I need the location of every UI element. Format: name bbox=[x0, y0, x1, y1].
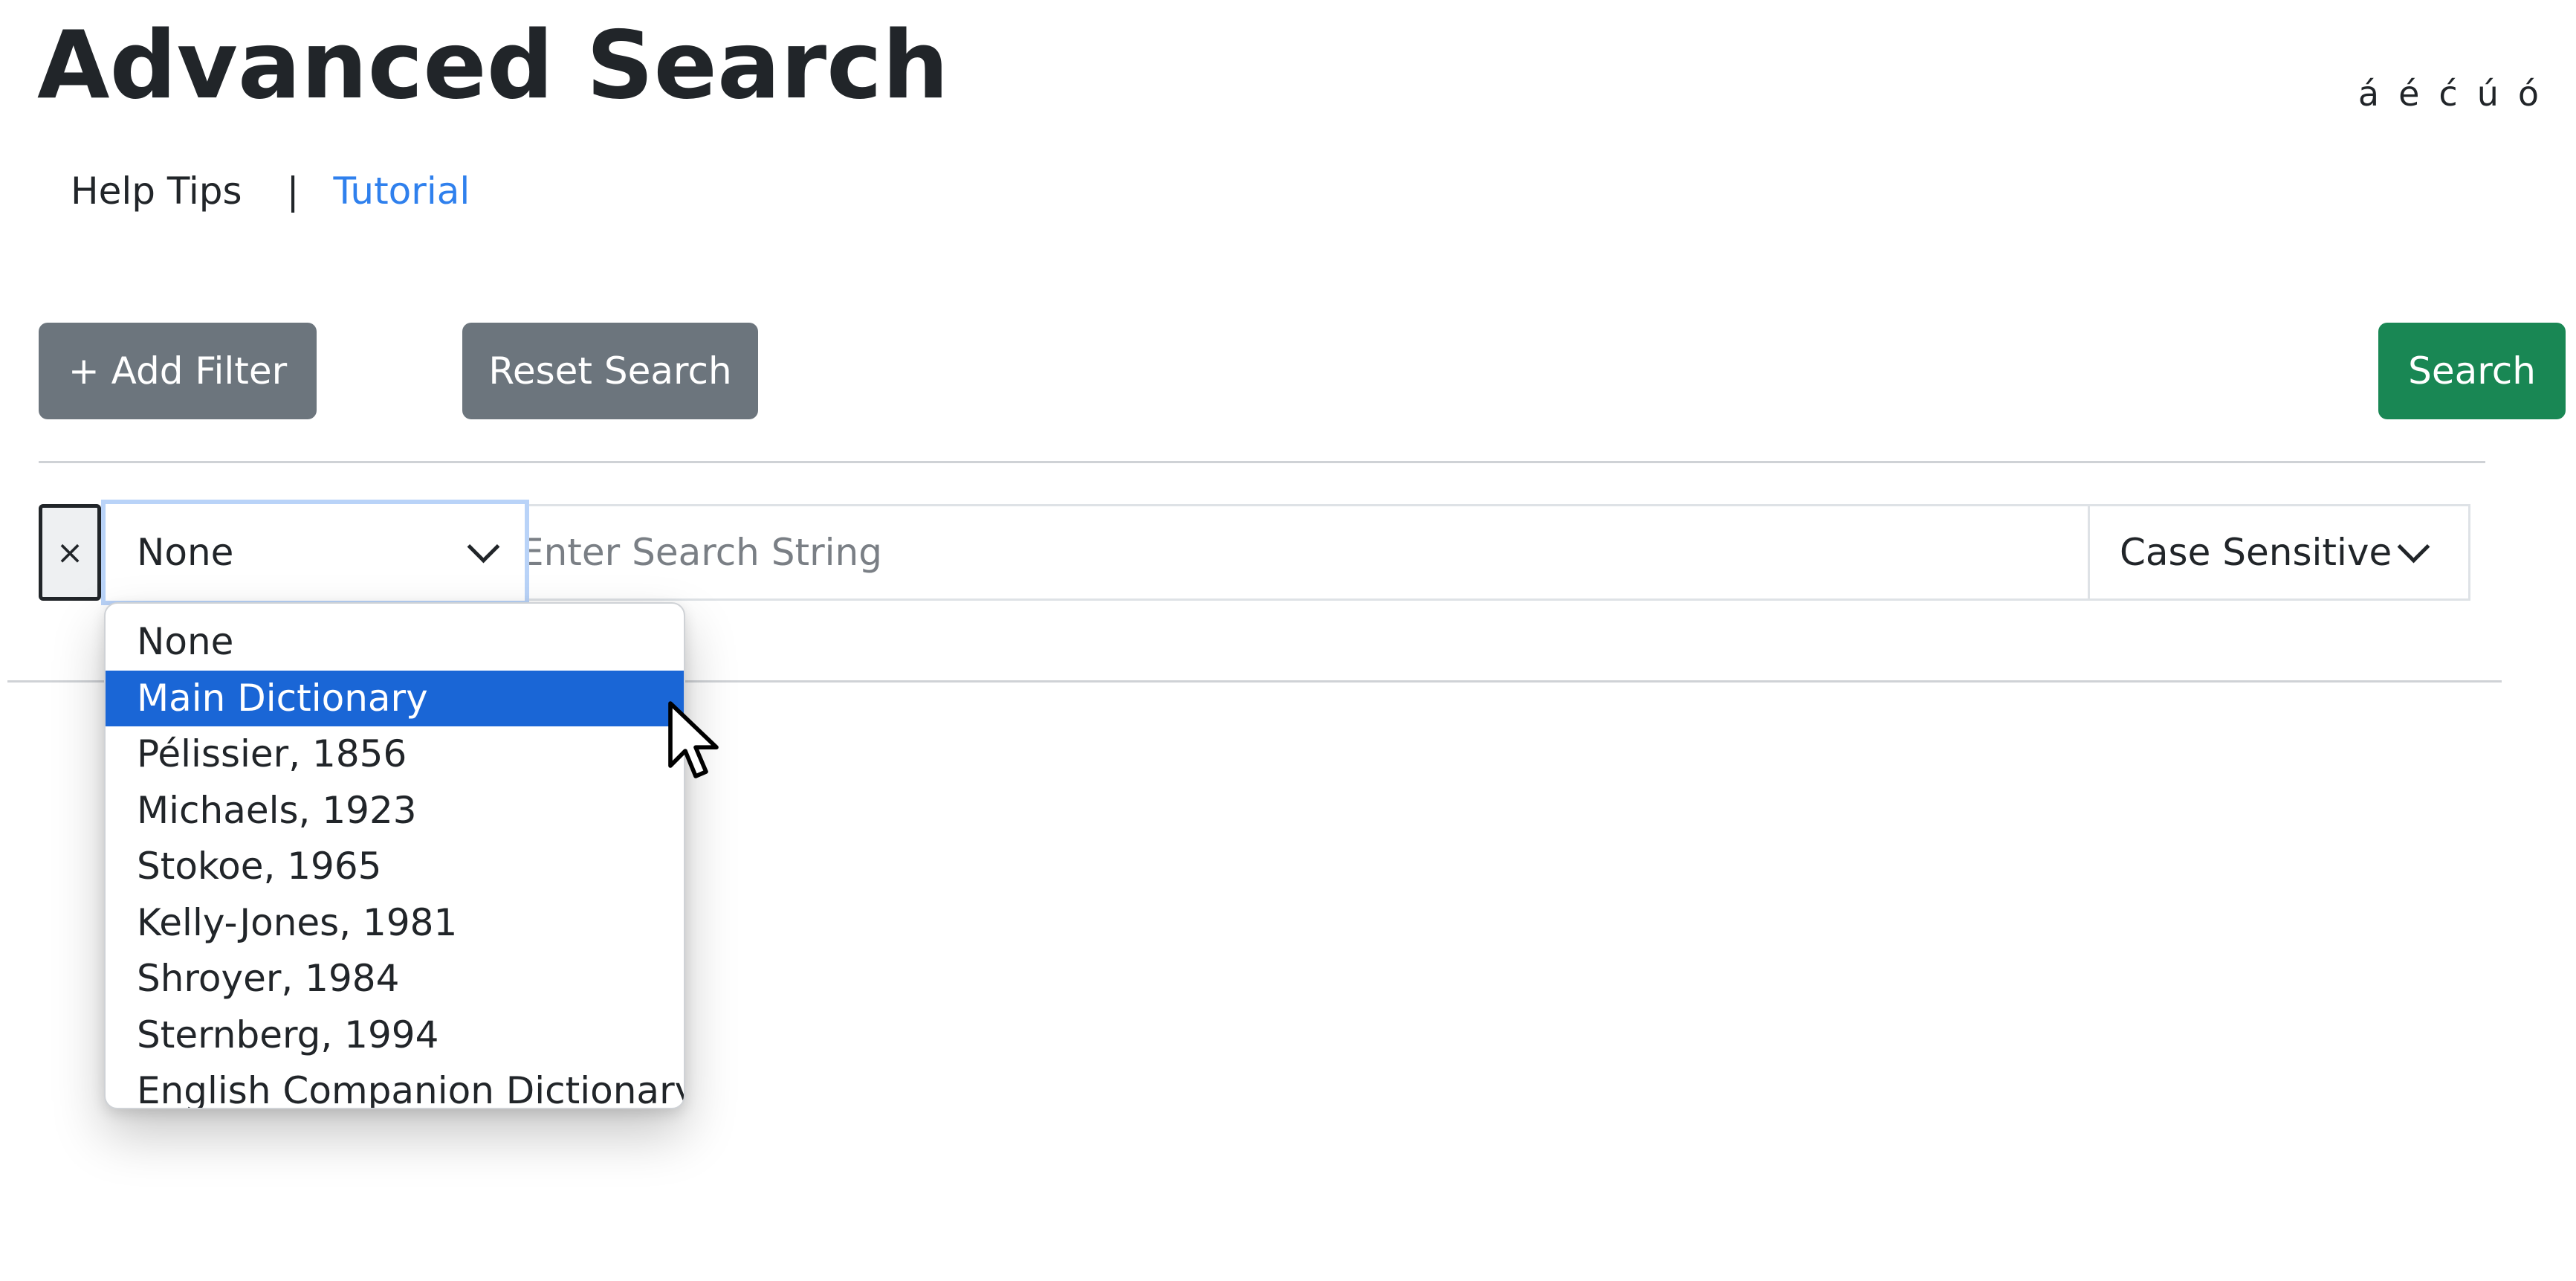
remove-filter-button[interactable]: × bbox=[39, 504, 101, 601]
source-dropdown-list: None Main Dictionary Pélissier, 1856 Mic… bbox=[104, 602, 685, 1109]
dropdown-option[interactable]: Michaels, 1923 bbox=[106, 783, 684, 839]
dropdown-option[interactable]: None bbox=[106, 614, 684, 671]
dropdown-option[interactable]: Shroyer, 1984 bbox=[106, 951, 684, 1007]
source-select-value: None bbox=[137, 531, 234, 574]
source-select[interactable]: None bbox=[101, 500, 529, 605]
reset-search-button[interactable]: Reset Search bbox=[462, 323, 758, 419]
tutorial-link[interactable]: Tutorial bbox=[333, 165, 470, 217]
chevron-down-icon bbox=[467, 530, 500, 563]
dropdown-option[interactable]: Stokoe, 1965 bbox=[106, 839, 684, 895]
dropdown-option[interactable]: Kelly-Jones, 1981 bbox=[106, 895, 684, 952]
dropdown-option[interactable]: Sternberg, 1994 bbox=[106, 1007, 684, 1064]
case-sensitive-label: Case Sensitive bbox=[2120, 531, 2392, 574]
divider-top bbox=[39, 461, 2485, 463]
dropdown-option-highlighted[interactable]: Main Dictionary bbox=[106, 670, 684, 726]
chevron-down-icon bbox=[2397, 530, 2430, 563]
search-string-input[interactable] bbox=[491, 504, 2096, 601]
filter-row: × None Case Sensitive bbox=[39, 500, 2470, 605]
accent-char-e-acute[interactable]: é bbox=[2398, 71, 2419, 116]
accent-char-a-acute[interactable]: á bbox=[2358, 71, 2379, 116]
page-title: Advanced Search bbox=[37, 10, 949, 120]
accent-char-o-acute[interactable]: ó bbox=[2518, 71, 2539, 116]
accent-char-c-acute[interactable]: ć bbox=[2439, 71, 2457, 116]
dropdown-option[interactable]: Pélissier, 1856 bbox=[106, 726, 684, 783]
dropdown-option[interactable]: English Companion Dictionary bbox=[106, 1063, 684, 1108]
case-sensitive-select[interactable]: Case Sensitive bbox=[2088, 504, 2470, 601]
accent-character-bar: á é ć ú ó bbox=[2358, 71, 2539, 116]
nav-separator: | bbox=[286, 170, 300, 213]
search-button[interactable]: Search bbox=[2378, 323, 2566, 419]
help-nav: Help Tips | Tutorial bbox=[71, 165, 470, 217]
help-tips-link[interactable]: Help Tips bbox=[71, 165, 242, 217]
add-filter-button[interactable]: + Add Filter bbox=[39, 323, 317, 419]
accent-char-u-acute[interactable]: ú bbox=[2477, 71, 2499, 116]
